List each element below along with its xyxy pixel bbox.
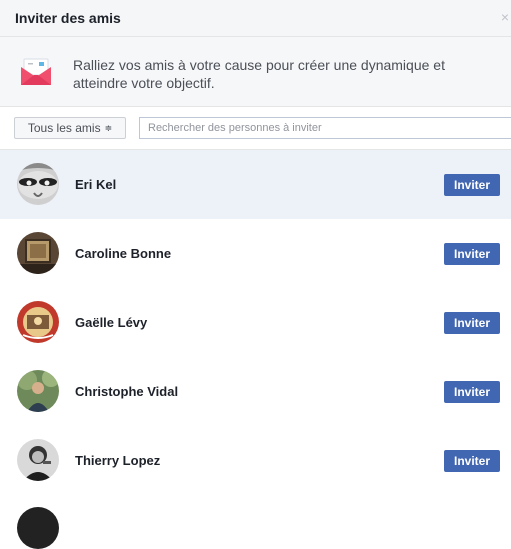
friend-name[interactable]: Christophe Vidal xyxy=(75,384,178,399)
envelope-icon xyxy=(21,58,51,85)
friend-row[interactable]: Gaëlle Lévy Inviter xyxy=(0,288,511,357)
search-box[interactable] xyxy=(139,117,511,139)
dialog-header: Inviter des amis × xyxy=(0,0,511,37)
sort-arrows-icon: ≑ xyxy=(104,122,113,133)
close-icon[interactable]: × xyxy=(501,9,509,25)
invite-button[interactable]: Inviter xyxy=(444,312,500,334)
friend-row[interactable]: Thierry Lopez Inviter xyxy=(0,426,511,495)
friend-row[interactable]: Caroline Bonne Inviter xyxy=(0,219,511,288)
filter-bar: Tous les amis ≑ xyxy=(0,107,511,150)
avatar xyxy=(17,301,59,343)
invite-button[interactable]: Inviter xyxy=(444,381,500,403)
friend-name[interactable]: Eri Kel xyxy=(75,177,116,192)
friend-name[interactable]: Gaëlle Lévy xyxy=(75,315,147,330)
avatar xyxy=(17,370,59,412)
avatar xyxy=(17,507,59,549)
friends-filter-select[interactable]: Tous les amis ≑ xyxy=(14,117,126,139)
friend-row[interactable]: Christophe Vidal Inviter xyxy=(0,357,511,426)
friend-name[interactable]: Thierry Lopez xyxy=(75,453,160,468)
avatar xyxy=(17,232,59,274)
friend-name[interactable]: Caroline Bonne xyxy=(75,246,171,261)
intro-banner: Ralliez vos amis à votre cause pour crée… xyxy=(0,37,511,107)
search-input[interactable] xyxy=(140,118,511,138)
invite-button[interactable]: Inviter xyxy=(444,243,500,265)
friends-list: Eri Kel Inviter Caroline Bonne Inviter G… xyxy=(0,150,511,495)
invite-button[interactable]: Inviter xyxy=(444,450,500,472)
friends-filter-value: Tous les amis xyxy=(27,121,101,135)
friend-row[interactable]: Eri Kel Inviter xyxy=(0,150,511,219)
dialog-title: Inviter des amis xyxy=(15,10,121,26)
invite-button[interactable]: Inviter xyxy=(444,174,500,196)
intro-text: Ralliez vos amis à votre cause pour crée… xyxy=(73,57,445,91)
avatar xyxy=(17,163,59,205)
avatar xyxy=(17,439,59,481)
